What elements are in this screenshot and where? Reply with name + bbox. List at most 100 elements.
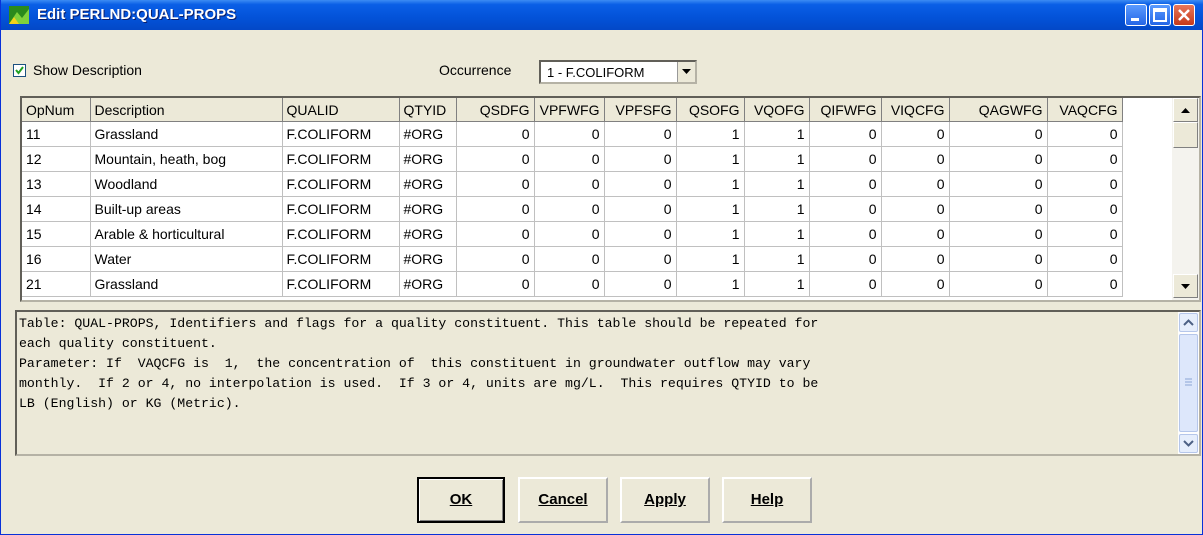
table-cell[interactable]: 0 [456,221,535,247]
table-cell[interactable]: 0 [456,171,535,197]
table-cell[interactable]: 0 [604,121,677,147]
table-cell[interactable]: 0 [604,221,677,247]
table-cell[interactable]: 0 [881,121,950,147]
table-cell[interactable]: 0 [949,146,1048,172]
table-cell[interactable]: 0 [809,146,882,172]
table-cell[interactable]: 0 [534,196,605,222]
column-header[interactable]: QTYID [399,98,457,122]
table-cell[interactable]: 1 [676,121,745,147]
table-row[interactable]: 11 Grassland F.COLIFORM #ORG 0 0 0 1 1 0 0 0 0 [22,121,1123,147]
table-cell[interactable]: F.COLIFORM [282,246,400,272]
table-cell[interactable]: 1 [744,221,810,247]
table-scrollbar[interactable] [1172,98,1199,300]
table-cell[interactable]: 1 [676,171,745,197]
table-cell[interactable]: F.COLIFORM [282,221,400,247]
occurrence-dropdown-button[interactable] [677,62,695,82]
table-cell[interactable]: 0 [604,271,677,297]
table-cell[interactable]: Grassland [90,271,283,297]
table-cell[interactable]: 0 [881,271,950,297]
table-cell[interactable]: F.COLIFORM [282,146,400,172]
table-cell[interactable]: Grassland [90,121,283,147]
table-cell[interactable]: 1 [676,146,745,172]
scroll-thumb[interactable] [1173,122,1198,148]
table-cell[interactable]: 1 [744,271,810,297]
table-cell[interactable]: 0 [1047,121,1123,147]
column-header[interactable]: QIFWFG [809,98,882,122]
table-cell[interactable]: #ORG [399,221,457,247]
scroll-down-button[interactable] [1173,274,1198,298]
table-cell[interactable]: 1 [676,221,745,247]
ok-button[interactable]: OK [417,477,505,523]
table-cell[interactable]: 0 [809,221,882,247]
table-cell[interactable]: 0 [534,121,605,147]
apply-button[interactable]: Apply [620,477,710,523]
table-cell[interactable]: 1 [676,271,745,297]
help-button[interactable]: Help [722,477,812,523]
table-cell[interactable]: 0 [534,271,605,297]
column-header[interactable]: VIQCFG [881,98,950,122]
table-cell[interactable]: 0 [1047,196,1123,222]
table-cell[interactable]: Built-up areas [90,196,283,222]
table-cell[interactable]: 14 [22,196,91,222]
column-header[interactable]: OpNum [22,98,91,122]
table-cell[interactable]: 1 [744,146,810,172]
table-cell[interactable]: 21 [22,271,91,297]
table-cell[interactable]: 0 [1047,146,1123,172]
table-cell[interactable]: F.COLIFORM [282,171,400,197]
table-cell[interactable]: 0 [1047,246,1123,272]
table-cell[interactable]: 0 [604,171,677,197]
table-cell[interactable]: 13 [22,171,91,197]
table-row[interactable]: 12 Mountain, heath, bog F.COLIFORM #ORG 0 0 0 1… [22,146,1123,172]
table-row[interactable]: 13 Woodland F.COLIFORM #ORG 0 0 0 1 1 0 0 0 0 [22,171,1123,197]
table-cell[interactable]: 0 [881,146,950,172]
table-cell[interactable]: Arable & horticultural [90,221,283,247]
table-cell[interactable]: 0 [1047,221,1123,247]
table-cell[interactable]: 0 [534,146,605,172]
table-cell[interactable]: 1 [744,246,810,272]
column-header[interactable]: VQOFG [744,98,810,122]
column-header[interactable]: VAQCFG [1047,98,1123,122]
desc-scroll-up-button[interactable] [1179,313,1198,332]
table-cell[interactable]: 0 [456,246,535,272]
table-cell[interactable]: 0 [456,146,535,172]
table-cell[interactable]: 1 [676,196,745,222]
table-cell[interactable]: #ORG [399,246,457,272]
table-cell[interactable]: #ORG [399,196,457,222]
table-cell[interactable]: 0 [809,246,882,272]
table-cell[interactable]: 0 [1047,271,1123,297]
table-cell[interactable]: #ORG [399,171,457,197]
table-cell[interactable]: 15 [22,221,91,247]
table-cell[interactable]: 0 [1047,171,1123,197]
table-cell[interactable]: F.COLIFORM [282,196,400,222]
desc-scroll-thumb[interactable] [1179,334,1198,432]
table-cell[interactable]: 1 [744,171,810,197]
table-cell[interactable]: 0 [809,271,882,297]
table-cell[interactable]: 16 [22,246,91,272]
title-bar[interactable]: Edit PERLND:QUAL-PROPS [1,0,1203,30]
table-cell[interactable]: 0 [949,196,1048,222]
table-cell[interactable]: 0 [809,196,882,222]
table-cell[interactable]: 0 [456,196,535,222]
table-cell[interactable]: Mountain, heath, bog [90,146,283,172]
table-cell[interactable]: F.COLIFORM [282,121,400,147]
table-cell[interactable]: 1 [744,121,810,147]
table-row[interactable]: 16 Water F.COLIFORM #ORG 0 0 0 1 1 0 0 0 0 [22,246,1123,272]
table-cell[interactable]: 0 [881,171,950,197]
table-cell[interactable]: 0 [604,196,677,222]
table-row[interactable]: 21 Grassland F.COLIFORM #ORG 0 0 0 1 1 0 0 0 0 [22,271,1123,297]
table-cell[interactable]: 1 [744,196,810,222]
table-cell[interactable]: 0 [534,171,605,197]
table-cell[interactable]: 0 [949,121,1048,147]
table-cell[interactable]: F.COLIFORM [282,271,400,297]
table-cell[interactable]: 0 [534,246,605,272]
column-header[interactable]: VPFWFG [534,98,605,122]
table-cell[interactable]: 11 [22,121,91,147]
column-header[interactable]: QSDFG [456,98,535,122]
column-header[interactable]: QUALID [282,98,400,122]
occurrence-select[interactable]: 1 - F.COLIFORM [539,60,697,84]
description-scrollbar[interactable] [1178,312,1199,454]
table-row[interactable]: 15 Arable & horticultural F.COLIFORM #ORG 0 0… [22,221,1123,247]
table-cell[interactable]: 1 [676,246,745,272]
table-cell[interactable]: 0 [809,171,882,197]
table-cell[interactable]: 0 [949,171,1048,197]
